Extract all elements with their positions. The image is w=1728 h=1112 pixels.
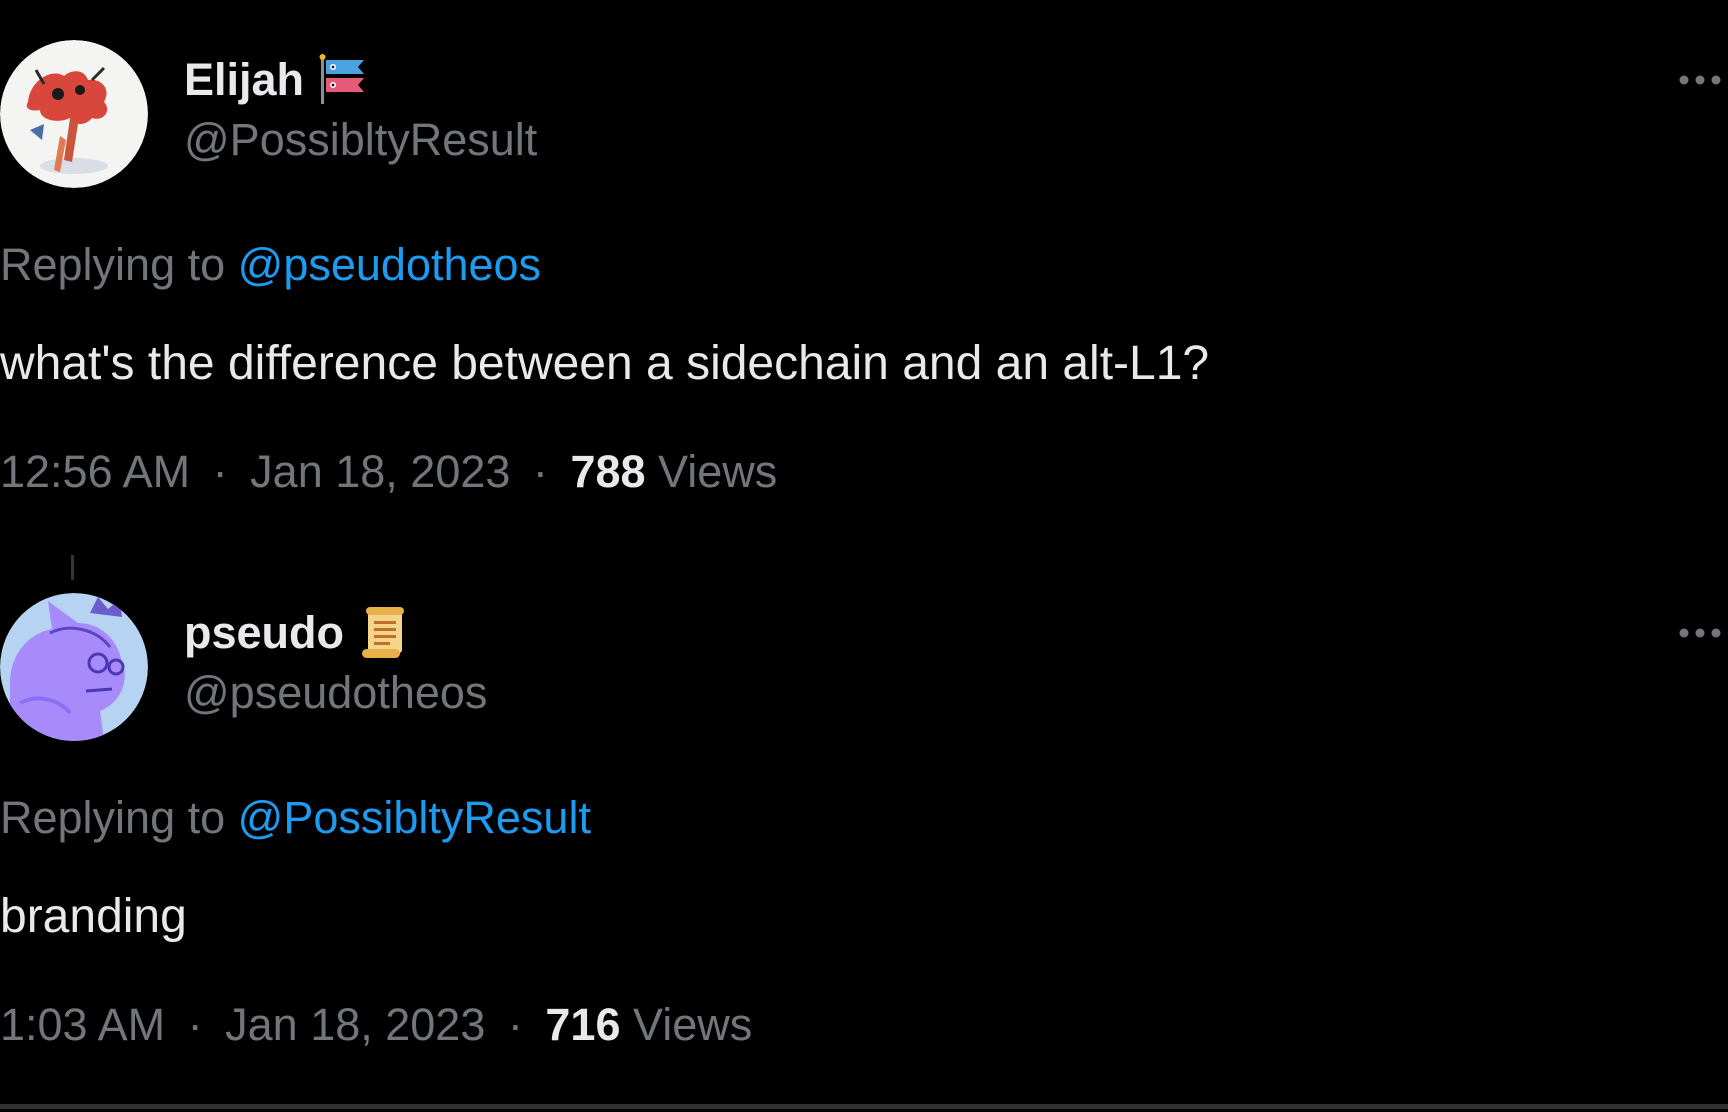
tweet-date[interactable]: Jan 18, 2023 xyxy=(225,999,485,1050)
bottom-divider xyxy=(0,1104,1728,1109)
tweet-text: branding xyxy=(0,890,187,943)
more-options-icon xyxy=(1679,75,1721,85)
tweet-meta: 1:03 AM · Jan 18, 2023 · 716 Views xyxy=(0,997,752,1053)
reply-mention-link[interactable]: @PossibltyResult xyxy=(238,792,591,843)
more-options-button[interactable] xyxy=(1672,611,1728,655)
tweet-text: what's the difference between a sidechai… xyxy=(0,337,1210,390)
display-name[interactable]: Elijah xyxy=(184,52,304,108)
views-label: Views xyxy=(633,999,753,1050)
meta-separator: · xyxy=(187,999,203,1050)
meta-separator: · xyxy=(532,446,548,497)
replying-prefix: Replying to xyxy=(0,239,226,290)
user-handle[interactable]: @PossibltyResult xyxy=(184,112,537,168)
reply-mention-link[interactable]: @pseudotheos xyxy=(238,239,541,290)
views-count[interactable]: 788 xyxy=(570,446,645,497)
avatar[interactable] xyxy=(0,40,148,188)
more-options-icon xyxy=(1679,628,1721,638)
tweet-time[interactable]: 12:56 AM xyxy=(0,446,190,497)
tweet-date[interactable]: Jan 18, 2023 xyxy=(250,446,510,497)
replying-to: Replying to @pseudotheos xyxy=(0,237,541,293)
replying-prefix: Replying to xyxy=(0,792,226,843)
name-row: Elijah xyxy=(184,52,370,108)
views-label: Views xyxy=(658,446,778,497)
scroll-icon xyxy=(358,605,410,661)
user-handle[interactable]: @pseudotheos xyxy=(184,665,487,721)
tweet-time[interactable]: 1:03 AM xyxy=(0,999,165,1050)
thread-connector-line xyxy=(71,555,74,580)
display-name[interactable]: pseudo xyxy=(184,605,344,661)
carp-streamer-icon xyxy=(318,54,370,106)
name-row: pseudo xyxy=(184,605,410,661)
views-count[interactable]: 716 xyxy=(545,999,620,1050)
avatar[interactable] xyxy=(0,593,148,741)
more-options-button[interactable] xyxy=(1672,58,1728,102)
meta-separator: · xyxy=(212,446,228,497)
replying-to: Replying to @PossibltyResult xyxy=(0,790,591,846)
meta-separator: · xyxy=(507,999,523,1050)
tweet-meta: 12:56 AM · Jan 18, 2023 · 788 Views xyxy=(0,444,777,500)
